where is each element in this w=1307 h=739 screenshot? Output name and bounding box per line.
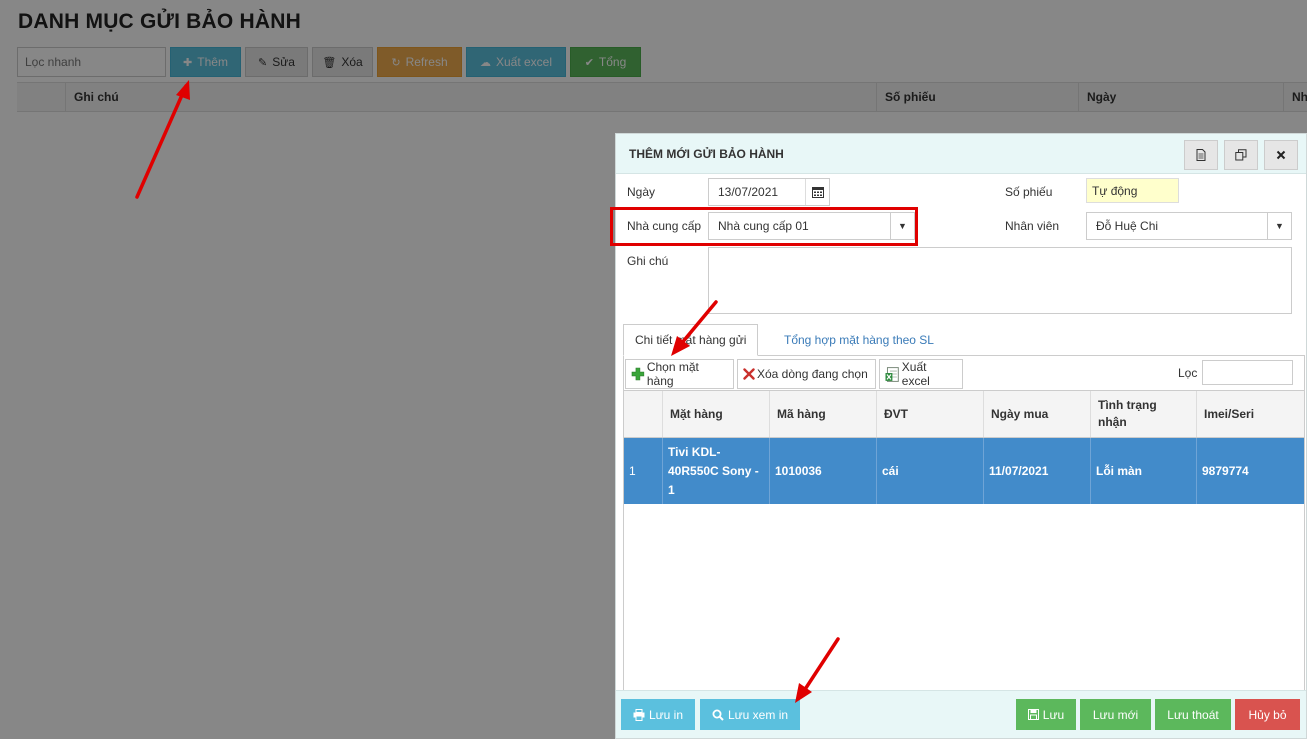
document-button[interactable] [1184,140,1218,170]
choose-item-button[interactable]: Chọn mặt hàng [625,359,734,389]
red-x-icon [743,368,755,380]
row-unit: cái [877,438,984,504]
detail-tabs: Chi tiết mặt hàng gửi Tổng hợp mặt hàng … [623,324,1305,356]
row-code: 1010036 [770,438,877,504]
chevron-down-icon[interactable]: ▼ [1267,213,1291,239]
detail-grid-header: Mặt hàng Mã hàng ĐVT Ngày mua Tình trạng… [624,391,1304,438]
row-purchase-date: 11/07/2021 [984,438,1091,504]
copy-icon [1235,149,1247,161]
staff-select[interactable]: Đỗ Huệ Chi ▼ [1086,212,1292,240]
detail-export-excel-button[interactable]: Xuất excel [879,359,963,389]
cancel-button[interactable]: Hủy bỏ [1235,699,1300,730]
close-button[interactable] [1264,140,1298,170]
detail-col-index [624,391,663,437]
excel-icon [885,366,899,382]
detail-toolbar: Chọn mặt hàng Xóa dòng đang chọn Xuất ex… [623,356,1305,390]
note-textarea[interactable] [708,247,1292,314]
staff-label: Nhân viên [1005,219,1060,233]
delete-row-button[interactable]: Xóa dòng đang chọn [737,359,876,389]
filter-label: Lọc [1178,366,1198,380]
note-label: Ghi chú [627,254,669,268]
date-field[interactable]: 13/07/2021 [708,178,830,206]
dialog-title: THÊM MỚI GỬI BẢO HÀNH [629,146,784,161]
calendar-icon[interactable] [805,179,829,205]
save-button[interactable]: Lưu [1016,699,1076,730]
row-index: 1 [624,438,663,504]
search-icon [712,709,724,721]
dialog-footer: Lưu in Lưu xem in Lưu Lưu mới Lưu thoát … [616,690,1306,738]
detail-col-imei[interactable]: Imei/Seri [1197,391,1304,437]
row-item: Tivi KDL-40R550C Sony - 1 [663,438,770,504]
voucher-label: Số phiếu [1005,185,1053,199]
tab-item-summary[interactable]: Tổng hợp mặt hàng theo SL [773,324,945,356]
document-icon [1196,149,1206,161]
detail-filter-input[interactable] [1202,360,1293,385]
table-row[interactable]: 1 Tivi KDL-40R550C Sony - 1 1010036 cái … [624,438,1304,504]
save-print-button[interactable]: Lưu in [621,699,695,730]
voucher-field[interactable]: Tự động [1086,178,1179,203]
save-new-button[interactable]: Lưu mới [1080,699,1151,730]
green-plus-icon [631,367,645,381]
date-label: Ngày [627,185,656,199]
printer-icon [633,708,645,721]
detail-col-status[interactable]: Tình trạng nhận [1091,391,1197,437]
row-imei: 9879774 [1202,463,1249,478]
restore-button[interactable] [1224,140,1258,170]
close-icon [1276,150,1286,160]
save-exit-button[interactable]: Lưu thoát [1155,699,1231,730]
save-preview-button[interactable]: Lưu xem in [700,699,800,730]
detail-col-code[interactable]: Mã hàng [770,391,877,437]
supplier-highlight-box [610,207,918,246]
detail-grid: Mặt hàng Mã hàng ĐVT Ngày mua Tình trạng… [623,390,1305,692]
tab-item-details[interactable]: Chi tiết mặt hàng gửi [623,324,759,356]
detail-col-item[interactable]: Mặt hàng [663,391,770,437]
row-status: Lỗi màn [1091,438,1197,504]
detail-col-unit[interactable]: ĐVT [877,391,984,437]
detail-col-purchase-date[interactable]: Ngày mua [984,391,1091,437]
floppy-icon [1027,709,1039,720]
